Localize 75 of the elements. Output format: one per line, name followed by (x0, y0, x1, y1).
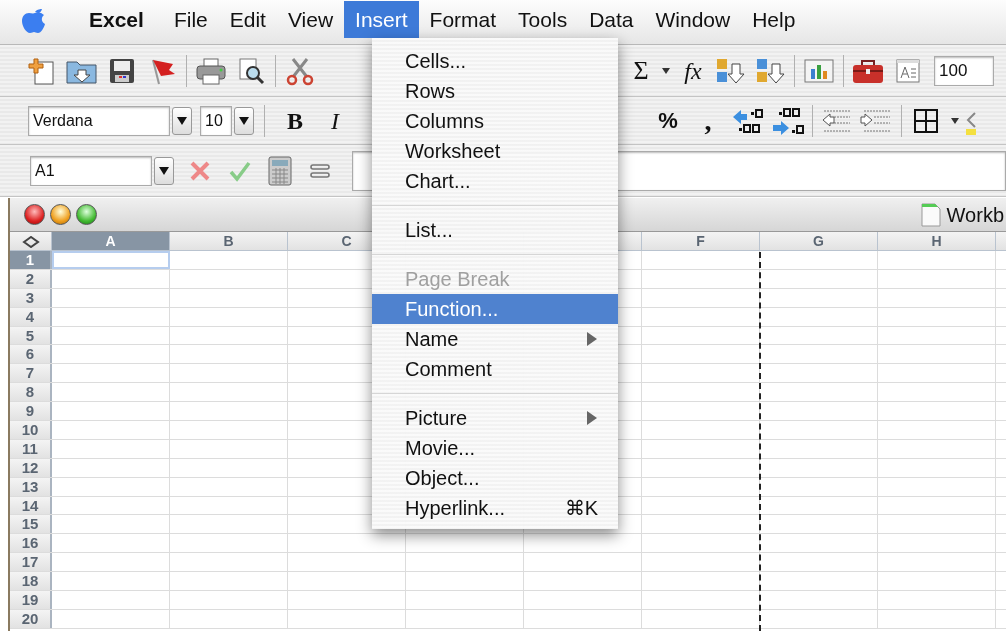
menu-item[interactable]: Name (405, 324, 459, 354)
decrease-decimal-icon (771, 105, 805, 136)
select-all-icon[interactable] (21, 236, 40, 249)
row-header[interactable]: 9 (10, 402, 52, 420)
percent-button[interactable]: % (648, 102, 688, 139)
column-header[interactable]: H (878, 232, 996, 250)
row-header[interactable]: 18 (10, 572, 52, 591)
new-document-icon (27, 55, 57, 86)
caret-icon (239, 116, 249, 125)
zoom-field[interactable]: 100 (934, 55, 994, 86)
window-title: Workb (946, 202, 1004, 228)
comma-button[interactable]: , (688, 102, 728, 139)
menu-title[interactable]: Format (418, 0, 508, 38)
menu-item[interactable]: Cells... (405, 46, 467, 76)
active-cell[interactable] (52, 251, 170, 269)
menu-item[interactable]: Hyperlink... (405, 493, 506, 523)
menu-item[interactable]: Function... (372, 294, 618, 324)
row-header[interactable]: 19 (10, 591, 52, 609)
menu-title[interactable]: Tools (507, 0, 579, 38)
caret-icon (950, 116, 960, 125)
menu-item[interactable]: Rows (405, 76, 455, 106)
menu-item[interactable]: List... (405, 215, 453, 245)
row-header[interactable]: 8 (10, 383, 52, 402)
column-header[interactable]: G (760, 232, 878, 250)
column-header[interactable]: F (642, 232, 760, 250)
dropdown-button[interactable] (234, 106, 254, 135)
menu-item[interactable]: Movie... (405, 433, 476, 463)
row-header[interactable]: 6 (10, 345, 52, 364)
close-button[interactable] (24, 204, 45, 225)
row-header[interactable]: 7 (10, 364, 52, 383)
menu-title[interactable]: Data (578, 0, 645, 38)
dropdown-button[interactable] (154, 156, 174, 185)
function-button[interactable]: fx (676, 52, 710, 89)
menu-item[interactable]: Worksheet (405, 136, 501, 166)
font-field[interactable]: Verdana (28, 105, 170, 136)
menu-item: Page Break (405, 267, 510, 292)
column-header[interactable]: B (170, 232, 288, 250)
print-preview-icon (236, 55, 266, 86)
caret-icon (661, 66, 671, 75)
row-header[interactable]: 15 (10, 515, 52, 534)
menu-title[interactable]: File (162, 0, 219, 38)
scissors-icon (285, 55, 315, 86)
printer-icon (194, 55, 228, 86)
row-header[interactable]: 17 (10, 553, 52, 572)
autosum-button[interactable]: Σ (626, 52, 656, 89)
row-header[interactable]: 10 (10, 421, 52, 439)
menu-title[interactable]: Excel (78, 0, 155, 38)
submenu-arrow-icon (586, 410, 598, 426)
dropdown-button[interactable] (172, 106, 192, 135)
menu-item[interactable]: Columns (405, 106, 484, 136)
name-box[interactable]: A1 (30, 155, 152, 186)
menu-item[interactable]: Comment (405, 354, 492, 384)
menu-title[interactable]: Window (644, 0, 742, 38)
caret-icon (177, 116, 187, 125)
submenu-arrow-icon (586, 331, 598, 347)
document-icon (920, 202, 941, 227)
minimize-button[interactable] (50, 204, 71, 225)
menu-item[interactable]: Chart... (405, 166, 471, 196)
menu-item[interactable]: Picture (405, 403, 468, 433)
row-header[interactable]: 16 (10, 534, 52, 553)
keyboard-shortcut: ⌘K (564, 496, 598, 521)
menu-title[interactable]: Help (741, 0, 807, 38)
italic-button[interactable]: I (315, 102, 355, 139)
menu-item[interactable]: Object... (405, 463, 480, 493)
calculator-icon (267, 155, 293, 186)
menu-title[interactable]: Edit (218, 0, 277, 38)
borders-icon (912, 106, 940, 135)
font-size-field[interactable]: 10 (200, 105, 232, 136)
menu-title[interactable]: View (276, 0, 345, 38)
zoom-button[interactable] (76, 204, 97, 225)
caret-icon (159, 166, 169, 175)
menu-title[interactable]: Insert (344, 0, 419, 38)
bold-button[interactable]: B (275, 102, 315, 139)
chart-icon (803, 56, 835, 85)
text-box-icon (894, 56, 922, 85)
